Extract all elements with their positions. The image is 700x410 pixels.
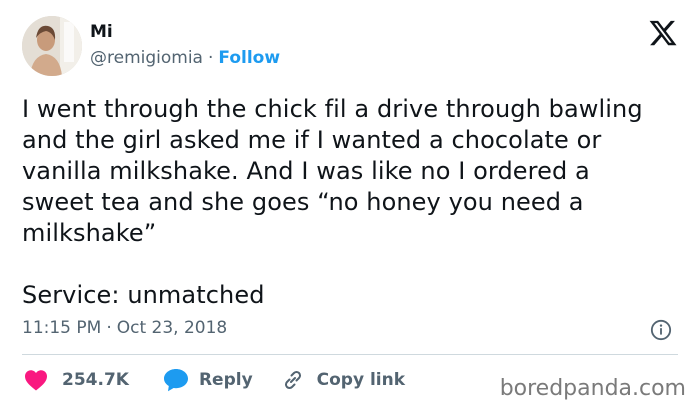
tweet-line: vanilla milkshake. And I was like no I o… [22, 157, 590, 185]
author-handle[interactable]: @remigiomia [90, 48, 203, 68]
tweet-closing-line: Service: unmatched [22, 281, 265, 309]
author-handle-row: @remigiomia · Follow [90, 48, 280, 68]
author-name[interactable]: Mi [90, 22, 113, 42]
like-count: 254.7K [62, 370, 129, 390]
action-bar: 254.7K Reply Copy link [22, 368, 405, 392]
info-icon[interactable] [650, 319, 672, 341]
avatar-photo [22, 16, 82, 76]
tweet-line: milkshake” [22, 219, 157, 247]
link-icon [284, 370, 301, 390]
avatar[interactable] [22, 16, 82, 76]
reply-button[interactable]: Reply [163, 368, 253, 392]
follow-button[interactable]: Follow [218, 48, 280, 68]
tweet-line: sweet tea and she goes “no honey you nee… [22, 188, 584, 216]
divider [22, 354, 678, 355]
copy-link-label: Copy link [316, 370, 406, 390]
timestamp-separator: · [106, 318, 112, 338]
x-logo-icon[interactable] [648, 18, 678, 48]
copy-link-button[interactable]: Copy link [281, 368, 405, 392]
tweet-timestamp[interactable]: 11:15 PM · Oct 23, 2018 [22, 318, 227, 338]
tweet-card: Mi @remigiomia · Follow I went through the… [0, 0, 700, 410]
tweet-time: 11:15 PM [22, 318, 102, 338]
reply-bubble-icon [163, 369, 188, 392]
tweet-line: and the girl asked me if I wanted a choc… [22, 126, 602, 154]
reply-label: Reply [198, 370, 253, 390]
tweet-line: I went through the chick fil a drive thr… [22, 95, 643, 123]
tweet-body: I went through the chick fil a drive thr… [22, 94, 682, 311]
watermark: boredpanda.com [499, 376, 686, 401]
like-button[interactable]: 254.7K [24, 369, 129, 391]
heart-icon [25, 370, 47, 391]
handle-separator: · [207, 48, 214, 68]
tweet-date: Oct 23, 2018 [116, 318, 228, 338]
